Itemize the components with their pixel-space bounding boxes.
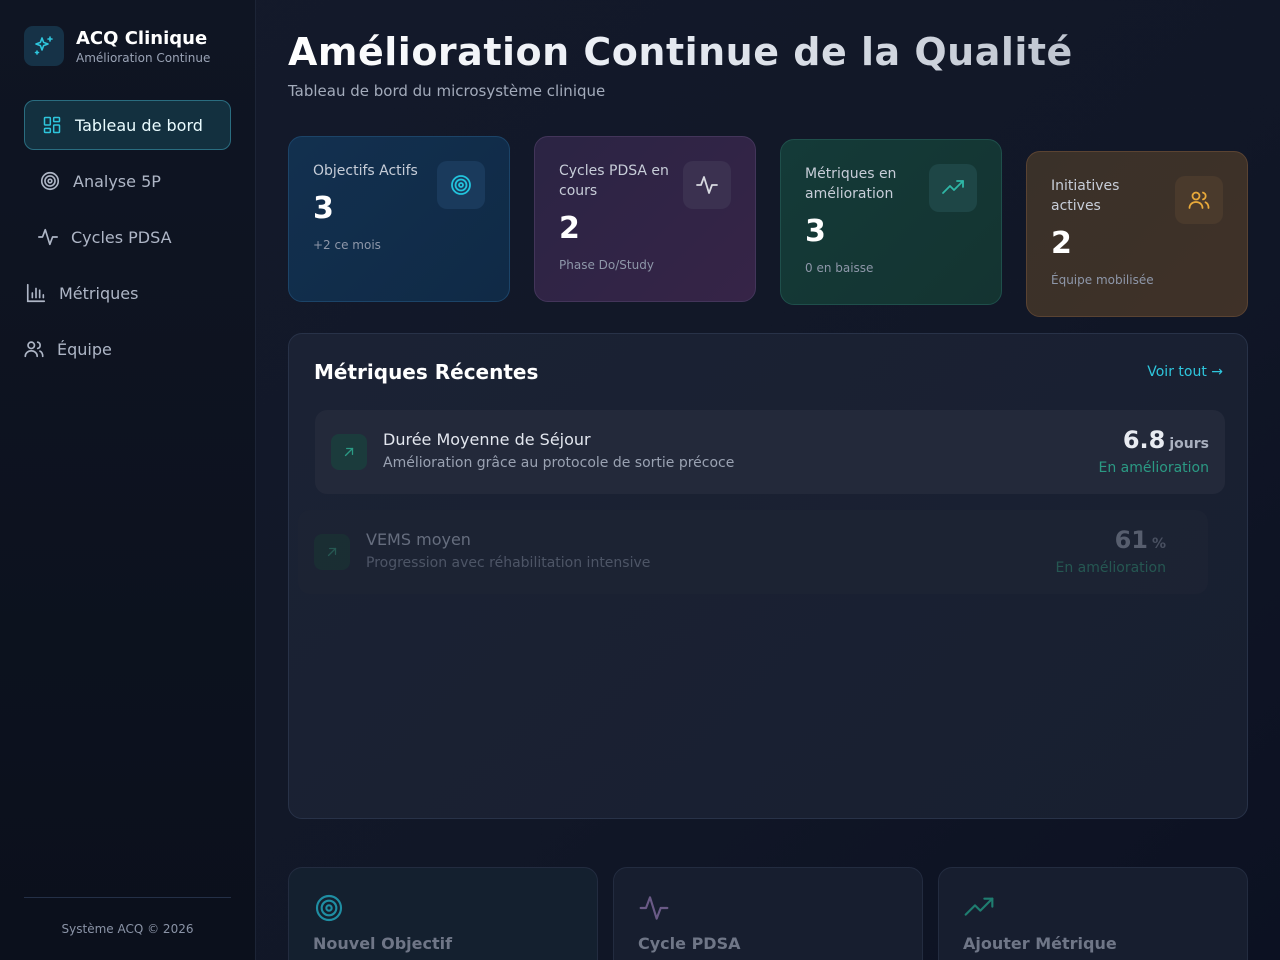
stat-note: Équipe mobilisée <box>1051 273 1154 287</box>
users-icon <box>1175 176 1223 224</box>
metric-number: 61 <box>1114 526 1148 554</box>
metric-status: En amélioration <box>1055 560 1167 576</box>
target-icon <box>39 170 61 192</box>
stat-label: Cycles PDSA en cours <box>559 163 669 199</box>
recent-metrics-panel: Métriques Récentes Voir tout → Durée Moy… <box>288 333 1248 819</box>
metric-value: 6.8 jours <box>1123 426 1209 454</box>
stat-label: Métriques en amélioration <box>805 166 897 202</box>
page-title: Amélioration Continue de la Qualité <box>288 30 1073 74</box>
trending-up-icon <box>963 892 995 924</box>
stat-label: Objectifs Actifs <box>313 163 418 179</box>
users-icon <box>23 338 45 360</box>
stat-value: 2 <box>559 211 580 246</box>
sidebar-item-label: Analyse 5P <box>73 171 161 191</box>
sidebar-nav: Tableau de bord Analyse 5P Cycles PDSA M… <box>24 100 231 380</box>
metric-description: Progression avec réhabilitation intensiv… <box>366 555 651 571</box>
stat-card-objectifs[interactable]: Objectifs Actifs 3 +2 ce mois <box>288 136 510 302</box>
sidebar-item-metriques[interactable]: Métriques <box>24 268 231 318</box>
metric-unit: % <box>1151 536 1166 552</box>
sidebar-item-label: Métriques <box>59 283 139 303</box>
sidebar-item-label: Tableau de bord <box>75 115 203 135</box>
metric-name: VEMS moyen <box>366 530 471 549</box>
sidebar-item-label: Cycles PDSA <box>71 227 172 247</box>
metric-value: 61% <box>1115 526 1166 554</box>
brand-title: ACQ Clinique <box>76 27 208 49</box>
page-subtitle: Tableau de bord du microsystème clinique <box>288 82 606 100</box>
pdsa-cycle-button[interactable]: Cycle PDSA <box>613 867 923 960</box>
quick-action-label: Cycle PDSA <box>638 934 741 953</box>
new-objective-button[interactable]: Nouvel Objectif <box>288 867 598 960</box>
sidebar-item-equipe[interactable]: Équipe <box>22 324 231 374</box>
stat-note: Phase Do/Study <box>559 258 654 272</box>
list-item[interactable]: VEMS moyen Progression avec réhabilitati… <box>298 510 1208 594</box>
metric-status: En amélioration <box>1098 460 1210 476</box>
stat-card-initiatives[interactable]: Initiatives actives 2 Équipe mobilisée <box>1026 151 1248 317</box>
panel-title: Métriques Récentes <box>314 360 539 384</box>
view-all-link[interactable]: Voir tout → <box>1147 364 1223 380</box>
activity-icon <box>683 161 731 209</box>
sidebar-item-cycles-pdsa[interactable]: Cycles PDSA <box>24 212 231 262</box>
stat-label: Initiatives actives <box>1051 178 1120 214</box>
quick-action-label: Ajouter Métrique <box>963 934 1117 953</box>
arrow-up-right-icon <box>314 534 350 570</box>
stat-card-cycles[interactable]: Cycles PDSA en cours 2 Phase Do/Study <box>534 136 756 302</box>
quick-action-label: Nouvel Objectif <box>313 934 453 953</box>
metric-description: Amélioration grâce au protocole de sorti… <box>383 455 735 471</box>
list-item[interactable]: Durée Moyenne de Séjour Amélioration grâ… <box>315 410 1225 494</box>
sidebar-item-analyse-5p[interactable]: Analyse 5P <box>24 156 231 206</box>
dashboard-icon <box>41 114 63 136</box>
brand-subtitle: Amélioration Continue <box>76 50 211 65</box>
sparkles-icon <box>24 26 64 66</box>
target-icon <box>437 161 485 209</box>
stat-value: 2 <box>1051 226 1072 261</box>
brand[interactable]: ACQ Clinique Amélioration Continue <box>24 26 210 66</box>
sidebar-footer: Système ACQ © 2026 <box>24 897 231 936</box>
bar-chart-icon <box>25 282 47 304</box>
stat-note: 0 en baisse <box>805 261 874 275</box>
metric-unit: jours <box>1169 436 1209 452</box>
activity-icon <box>638 892 670 924</box>
sidebar-item-label: Équipe <box>57 339 112 359</box>
stat-value: 3 <box>805 214 826 249</box>
stat-note: +2 ce mois <box>313 238 381 252</box>
sidebar-item-dashboard[interactable]: Tableau de bord <box>24 100 231 150</box>
metric-number: 6.8 <box>1122 426 1166 454</box>
metric-name: Durée Moyenne de Séjour <box>383 430 591 449</box>
arrow-up-right-icon <box>331 434 367 470</box>
trending-up-icon <box>929 164 977 212</box>
target-icon <box>313 892 345 924</box>
sidebar: ACQ Clinique Amélioration Continue Table… <box>0 0 256 960</box>
activity-icon <box>37 226 59 248</box>
add-metric-button[interactable]: Ajouter Métrique <box>938 867 1248 960</box>
stat-card-metriques[interactable]: Métriques en amélioration 3 0 en baisse <box>780 139 1002 305</box>
